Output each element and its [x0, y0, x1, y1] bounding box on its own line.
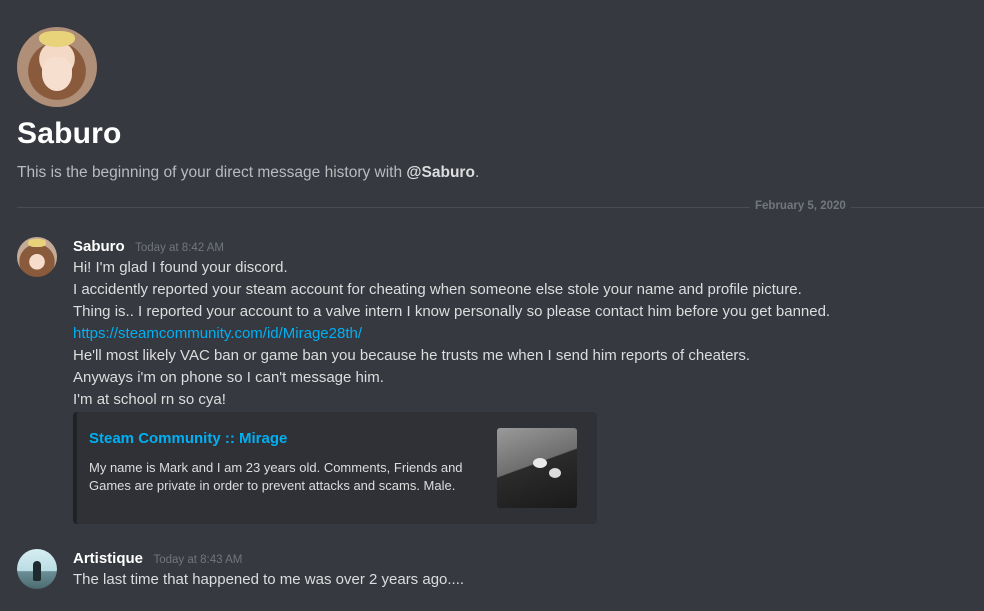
author-name[interactable]: Artistique: [73, 550, 143, 567]
message-line: Thing is.. I reported your account to a …: [73, 303, 831, 320]
message-line: I accidently reported your steam account…: [73, 281, 802, 298]
link-embed: Steam Community :: Mirage My name is Mar…: [73, 412, 597, 524]
message-header: Artistique Today at 8:43 AM: [73, 549, 953, 569]
avatar-bow: [39, 31, 75, 47]
author-name[interactable]: Saburo: [73, 238, 125, 255]
dm-subtitle-handle[interactable]: @Saburo: [406, 164, 475, 181]
saburo-avatar[interactable]: [17, 237, 57, 277]
dm-header: Saburo This is the beginning of your dir…: [17, 27, 967, 182]
message-line: Anyways i'm on phone so I can't message …: [73, 369, 384, 386]
message-line: https://steamcommunity.com/id/Mirage28th…: [73, 323, 953, 345]
message-body: Saburo Today at 8:42 AM Hi! I'm glad I f…: [73, 237, 953, 411]
message-timestamp: Today at 8:43 AM: [153, 554, 243, 566]
message-header: Saburo Today at 8:42 AM: [73, 237, 953, 257]
message-group-artistique: Artistique Today at 8:43 AM The last tim…: [17, 549, 967, 599]
artistique-avatar[interactable]: [17, 549, 57, 589]
avatar-bow: [28, 239, 46, 247]
steam-profile-link[interactable]: https://steamcommunity.com/id/Mirage28th…: [73, 325, 362, 342]
embed-description: My name is Mark and I am 23 years old. C…: [89, 460, 463, 493]
sneaker-shape: [549, 468, 561, 478]
saburo-profile-avatar[interactable]: [17, 27, 97, 107]
embed-thumbnail-image[interactable]: [497, 428, 577, 508]
message-line: He'll most likely VAC ban or game ban yo…: [73, 347, 751, 364]
message-line: I'm at school rn so cya!: [73, 391, 226, 408]
message-group-saburo: Saburo Today at 8:42 AM Hi! I'm glad I f…: [17, 237, 967, 537]
avatar-figure: [33, 561, 41, 581]
date-divider-label: February 5, 2020: [750, 200, 851, 212]
message-line: The last time that happened to me was ov…: [73, 571, 465, 588]
dm-subtitle: This is the beginning of your direct mes…: [17, 164, 967, 182]
dm-subtitle-prefix: This is the beginning of your direct mes…: [17, 164, 407, 181]
dm-subtitle-suffix: .: [474, 164, 480, 181]
embed-title-link[interactable]: Steam Community :: Mirage: [89, 430, 287, 447]
message-timestamp: Today at 8:42 AM: [135, 242, 225, 254]
sneaker-shape: [533, 458, 547, 468]
dm-title: Saburo: [17, 117, 122, 150]
message-body: Artistique Today at 8:43 AM The last tim…: [73, 549, 953, 591]
avatar-face: [42, 57, 72, 91]
message-line: Hi! I'm glad I found your discord.: [73, 259, 288, 276]
